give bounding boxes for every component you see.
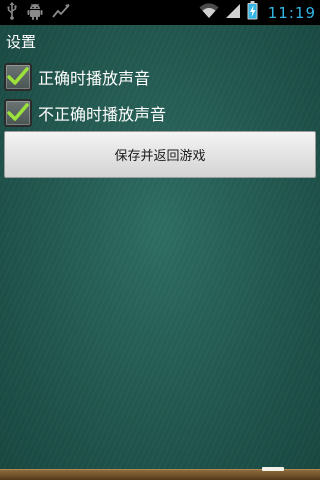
page-title: 设置 bbox=[6, 33, 37, 51]
incorrect-sound-checkbox[interactable] bbox=[4, 99, 32, 127]
incorrect-sound-label: 不正确时播放声音 bbox=[38, 105, 167, 124]
option-incorrect-sound[interactable]: 不正确时播放声音 bbox=[4, 97, 166, 129]
usb-icon bbox=[6, 1, 18, 24]
wifi-icon bbox=[199, 2, 219, 23]
signal-icon bbox=[225, 3, 241, 23]
checkmark-icon bbox=[7, 67, 29, 85]
activity-icon bbox=[52, 3, 70, 23]
chalk-piece bbox=[262, 467, 284, 471]
checkmark-icon bbox=[7, 103, 29, 121]
correct-sound-checkbox[interactable] bbox=[4, 63, 32, 91]
option-correct-sound[interactable]: 正确时播放声音 bbox=[4, 61, 150, 93]
android-debug-icon bbox=[27, 2, 43, 24]
battery-icon bbox=[247, 1, 258, 24]
status-bar: 11:19 bbox=[0, 0, 320, 25]
status-time: 11:19 bbox=[267, 3, 316, 22]
settings-screen: 设置 正确时播放声音 不正确时播放声音 保存并返回游戏 bbox=[0, 25, 320, 480]
correct-sound-label: 正确时播放声音 bbox=[38, 69, 151, 88]
save-and-return-button[interactable]: 保存并返回游戏 bbox=[4, 131, 316, 178]
